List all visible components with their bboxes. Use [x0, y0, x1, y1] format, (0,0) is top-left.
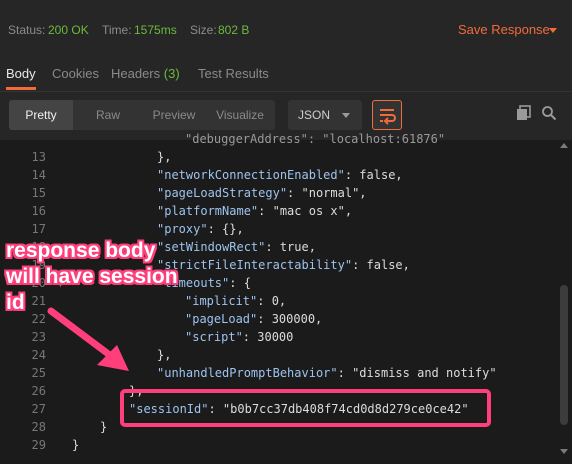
view-mode-selector: Pretty Raw Preview Visualize	[9, 100, 275, 130]
line-number: 29	[31, 438, 46, 452]
json-key: "pageLoadStrategy"	[157, 186, 288, 200]
code-line: "networkConnectionEnabled": false,	[157, 168, 403, 182]
view-pretty[interactable]: Pretty	[9, 100, 73, 130]
view-preview[interactable]: Preview	[143, 100, 205, 130]
format-select-value: JSON	[298, 108, 331, 122]
json-value: : true,	[265, 240, 316, 254]
line-number: 17	[31, 222, 46, 236]
session-id-highlight	[120, 389, 491, 427]
chevron-down-icon[interactable]	[549, 28, 557, 33]
scroll-up-icon[interactable]	[560, 143, 568, 148]
search-icon[interactable]	[541, 105, 557, 121]
json-key: "platformName"	[157, 204, 259, 218]
json-value: : 300000,	[257, 312, 323, 326]
json-value: : false,	[344, 168, 403, 182]
code-line: "implicit": 0,	[185, 294, 286, 308]
json-key: "implicit"	[185, 294, 258, 308]
size-value: 802 B	[218, 23, 250, 37]
response-tabs: Body Cookies Headers (3) Test Results	[0, 60, 572, 92]
json-key: "pageLoad"	[185, 312, 258, 326]
code-line: "pageLoad": 300000,	[185, 312, 322, 326]
wrap-lines-icon	[380, 109, 396, 125]
size-label: Size:	[190, 23, 217, 37]
tab-headers[interactable]: Headers (3)	[111, 66, 180, 81]
code-line: }	[72, 438, 80, 452]
status-label: Status:	[8, 23, 46, 37]
line-number: 26	[31, 384, 46, 398]
scrollbar-thumb[interactable]	[560, 285, 568, 425]
tab-headers-label: Headers	[111, 66, 161, 81]
view-raw[interactable]: Raw	[73, 100, 143, 130]
format-select[interactable]: JSON	[288, 100, 362, 130]
line-number: 24	[31, 348, 46, 362]
json-value: : "normal",	[287, 186, 367, 200]
json-value: : 0,	[257, 294, 287, 308]
tab-cookies[interactable]: Cookies	[52, 66, 99, 81]
partial-code-line: "debuggerAddress": "localhost:61876"	[185, 132, 446, 146]
code-line: }	[100, 420, 108, 434]
code-line: "proxy": {},	[157, 222, 244, 236]
code-line: "setWindowRect": true,	[157, 240, 316, 254]
json-key: "unhandledPromptBehavior"	[157, 366, 338, 380]
json-value: : "dismiss and notify"	[337, 366, 497, 380]
annotation-arrow-icon	[47, 307, 129, 371]
code-line: },	[157, 348, 172, 362]
status-value: 200 OK	[48, 23, 89, 37]
json-value: : {	[229, 276, 251, 290]
headers-count: (3)	[163, 66, 180, 81]
scroll-down-icon[interactable]	[560, 449, 568, 454]
json-key: "networkConnectionEnabled"	[157, 168, 345, 182]
line-number: 25	[31, 366, 46, 380]
annotation-line: response body	[6, 239, 156, 262]
line-number: 28	[31, 420, 46, 434]
json-value: : false,	[352, 258, 410, 272]
save-response-button[interactable]: Save Response	[458, 22, 550, 37]
response-status-bar: Status: 200 OK Time: 1575ms Size: 802 B …	[0, 0, 572, 60]
json-value: : {},	[207, 222, 244, 236]
tab-test-results[interactable]: Test Results	[198, 66, 269, 81]
time-label: Time:	[102, 23, 132, 37]
code-line: "platformName": "mac os x",	[157, 204, 352, 218]
line-number: 14	[31, 168, 46, 182]
code-line: "script": 30000	[185, 330, 293, 344]
line-number: 27	[31, 402, 46, 416]
code-line: "pageLoadStrategy": "normal",	[157, 186, 367, 200]
code-line: "strictFileInteractability": false,	[157, 258, 410, 272]
code-line: "unhandledPromptBehavior": "dismiss and …	[157, 366, 497, 380]
tab-body[interactable]: Body	[6, 66, 36, 81]
line-number: 16	[31, 204, 46, 218]
json-value: : 30000	[242, 330, 294, 344]
line-number: 15	[31, 186, 46, 200]
chevron-down-icon	[342, 113, 350, 118]
view-visualize[interactable]: Visualize	[205, 100, 275, 130]
code-line: },	[157, 150, 172, 164]
json-key: "strictFileInteractability"	[157, 258, 353, 272]
copy-icon[interactable]	[516, 105, 532, 121]
time-value: 1575ms	[134, 23, 177, 37]
active-tab-indicator	[6, 87, 36, 90]
json-key: "script"	[185, 330, 243, 344]
json-value: : "mac os x",	[258, 204, 353, 218]
line-number: 23	[31, 330, 46, 344]
annotation-line: will have session	[6, 265, 178, 288]
wrap-lines-button[interactable]	[372, 100, 402, 130]
json-key: "proxy"	[157, 222, 208, 236]
line-number: 13	[31, 150, 46, 164]
